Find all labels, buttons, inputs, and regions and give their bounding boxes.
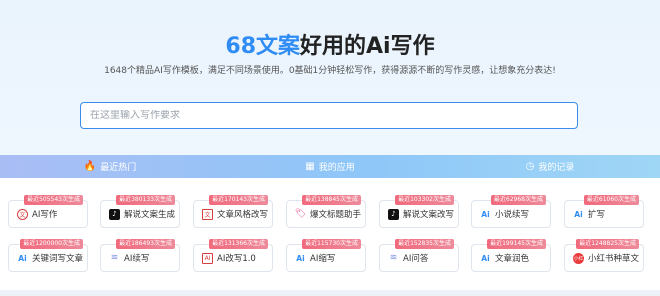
tab-my-records[interactable]: ◷ 我的记录 bbox=[440, 155, 660, 178]
template-card-label: 文章风格改写 bbox=[217, 210, 269, 220]
template-card-label: AI改写1.0 bbox=[217, 254, 256, 264]
template-card-label: AI写作 bbox=[32, 210, 58, 220]
search-box[interactable] bbox=[80, 102, 578, 129]
template-grid: 最近505543次生成文 AI写作 最近380133次生成 ♪ 解说文案生成 最近1701… bbox=[0, 178, 660, 296]
ring-icon: 文 bbox=[17, 208, 28, 220]
usage-count-badge: 最近152835次生成 bbox=[395, 239, 454, 249]
usage-count-badge: 最近131366次生成 bbox=[209, 239, 268, 249]
usage-count-badge: 最近62968次生成 bbox=[490, 195, 546, 205]
template-card[interactable]: 最近170143次生成文文章风格改写 bbox=[193, 195, 273, 228]
bottom-divider bbox=[0, 290, 660, 296]
doc-icon: AI bbox=[202, 252, 213, 264]
template-card-label: AI问答 bbox=[403, 254, 429, 264]
template-card[interactable]: 最近138845次生成 🏷 爆文标题助手 bbox=[286, 195, 366, 228]
template-card-label: 文章润色 bbox=[495, 254, 530, 264]
title-text: 好用的Ai写作 bbox=[300, 34, 435, 59]
tab-label: 我的应用 bbox=[318, 163, 355, 173]
page-subtitle: 1648个精品AI写作模板，满足不同场景使用。0基础1分钟轻松写作，获得源源不断… bbox=[104, 66, 556, 76]
template-card-label: 解说文案生成 bbox=[124, 210, 176, 220]
usage-count-badge: 最近103302次生成 bbox=[395, 195, 454, 205]
template-card-label: 关键词写文章 bbox=[32, 254, 84, 264]
template-card[interactable]: 最近380133次生成 ♪ 解说文案生成 bbox=[100, 195, 180, 228]
usage-count-badge: 最近186493次生成 bbox=[116, 239, 175, 249]
flame-icon: 🔥 bbox=[83, 161, 97, 172]
template-card-label: AI缩写 bbox=[310, 254, 336, 264]
usage-count-badge: 最近199145次生成 bbox=[487, 239, 546, 249]
template-card[interactable]: 最近186493次生成 ≋ AI续写 bbox=[100, 239, 180, 272]
ai-icon: Ai bbox=[481, 253, 490, 263]
tab-recent-hot[interactable]: 🔥 最近热门 bbox=[0, 155, 220, 178]
doc-icon: 文 bbox=[202, 208, 213, 220]
template-card-label: 扩写 bbox=[588, 210, 606, 220]
template-card-label: 爆文标题助手 bbox=[310, 210, 362, 220]
template-card-label: 解说文案改写 bbox=[403, 210, 455, 220]
template-card[interactable]: 最近1200000次生成 Ai 关键词写文章 bbox=[8, 239, 88, 272]
search-input[interactable] bbox=[90, 110, 568, 121]
template-card[interactable]: 最近199145次生成 Ai 文章润色 bbox=[471, 239, 551, 272]
usage-count-badge: 最近115730次生成 bbox=[302, 239, 361, 249]
brand-name: 68文案 bbox=[225, 34, 301, 59]
template-card-label: 小说续写 bbox=[495, 210, 530, 220]
tiktok-icon: ♪ bbox=[109, 208, 120, 220]
ai-icon: Ai bbox=[481, 209, 490, 219]
template-card[interactable]: 最近1248825次生成 小红 小红书种草文 bbox=[564, 239, 644, 272]
template-card[interactable]: 最近152835次生成 ≋ AI问答 bbox=[379, 239, 459, 272]
redbook-icon: 小红 bbox=[573, 252, 584, 264]
template-card-label: AI续写 bbox=[124, 254, 150, 264]
page-title: 68文案好用的Ai写作 bbox=[0, 32, 660, 62]
wave-icon: ≋ bbox=[110, 253, 119, 263]
wave-icon: ≋ bbox=[389, 253, 398, 263]
template-card[interactable]: 最近115730次生成 Ai AI缩写 bbox=[286, 239, 366, 272]
template-card[interactable]: 最近131366次生成 AI AI改写1.0 bbox=[193, 239, 273, 272]
template-card-label: 小红书种草文 bbox=[588, 254, 640, 264]
tiktok-icon: ♪ bbox=[388, 208, 399, 220]
ai-icon: Ai bbox=[574, 209, 583, 219]
tab-my-apps[interactable]: ▦ 我的应用 bbox=[220, 155, 440, 178]
usage-count-badge: 最近1248825次生成 bbox=[576, 239, 639, 249]
tab-label: 最近热门 bbox=[100, 163, 137, 173]
ai-icon: Ai bbox=[18, 253, 27, 263]
template-card[interactable]: 最近62968次生成 Ai 小说续写 bbox=[471, 195, 551, 228]
usage-count-badge: 最近138845次生成 bbox=[302, 195, 361, 205]
usage-count-badge: 最近505543次生成 bbox=[24, 195, 83, 205]
usage-count-badge: 最近1200000次生成 bbox=[20, 239, 83, 249]
grid-icon: ▦ bbox=[305, 161, 315, 172]
template-card[interactable]: 最近505543次生成文 AI写作 bbox=[8, 195, 88, 228]
tab-bar: 🔥 最近热门 ▦ 我的应用 ◷ 我的记录 bbox=[0, 155, 660, 178]
clock-icon: ◷ bbox=[525, 161, 535, 172]
template-card[interactable]: 最近103302次生成 ♪ 解说文案改写 bbox=[379, 195, 459, 228]
ai-icon: Ai bbox=[296, 253, 305, 263]
usage-count-badge: 最近380133次生成 bbox=[116, 195, 175, 205]
tab-label: 我的记录 bbox=[538, 163, 575, 173]
usage-count-badge: 最近170143次生成 bbox=[209, 195, 268, 205]
tag-icon: 🏷 bbox=[294, 209, 307, 219]
usage-count-badge: 最近61060次生成 bbox=[583, 195, 639, 205]
template-card[interactable]: 最近61060次生成 Ai 扩写 bbox=[564, 195, 644, 228]
